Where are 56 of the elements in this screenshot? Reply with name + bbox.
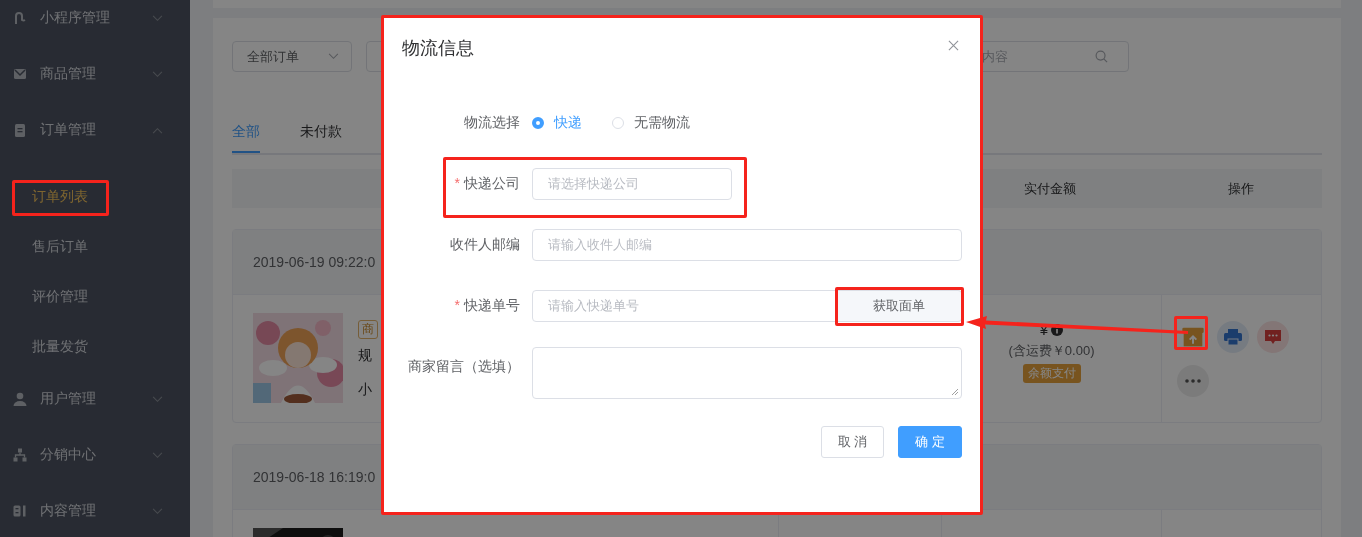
confirm-button[interactable]: 确 定 xyxy=(898,426,962,458)
payment-tag: 余额支付 xyxy=(1022,364,1081,383)
cancel-button[interactable]: 取 消 xyxy=(820,426,885,458)
sidebar-item[interactable]: 用户管理 xyxy=(0,371,190,427)
close-icon[interactable] xyxy=(948,39,959,51)
form-label: * 快递单号 xyxy=(453,297,521,315)
radio-option[interactable]: 无需物流 xyxy=(612,114,690,132)
order-time: 2019-06-19 09:22:0 xyxy=(253,254,376,270)
link-icon xyxy=(13,11,27,25)
chevron-icon xyxy=(152,14,163,22)
form-label: 商家留言（选填） xyxy=(407,357,521,376)
product-spec: 规 xyxy=(358,347,372,365)
sidebar-subitem[interactable]: 批量发货 xyxy=(0,321,190,371)
sidebar-subitem[interactable]: 订单列表 xyxy=(0,171,190,221)
radio-option[interactable]: 快递 xyxy=(532,114,582,132)
chevron-icon xyxy=(152,507,163,515)
order-type-dropdown[interactable]: 全部订单 xyxy=(232,41,352,72)
resize-handle-icon[interactable] xyxy=(951,388,959,396)
tab[interactable]: 未付款 xyxy=(300,118,342,153)
get-waybill-button[interactable]: 获取面单 xyxy=(836,290,962,322)
sidebar-item[interactable]: 小程序管理 xyxy=(0,0,190,46)
input-field[interactable]: 请输入收件人邮编 xyxy=(532,229,962,261)
sidebar-item[interactable]: 分销中心 xyxy=(0,427,190,483)
user-icon xyxy=(13,392,27,406)
printer-icon[interactable] xyxy=(1217,321,1249,353)
sidebar-subitem[interactable]: 售后订单 xyxy=(0,221,190,271)
sidebar-item[interactable]: 商品管理 xyxy=(0,46,190,102)
hierarchy-icon xyxy=(13,448,27,462)
caret-icon xyxy=(328,53,339,60)
textarea-field[interactable] xyxy=(532,347,962,399)
form-label: * 快递公司 xyxy=(453,175,521,193)
chevron-icon xyxy=(152,126,163,134)
search-icon xyxy=(1095,50,1108,63)
tag: 商 xyxy=(358,320,378,339)
shipping-fee: (含运费￥0.00) xyxy=(1008,342,1095,360)
chevron-icon xyxy=(152,451,163,459)
sidebar-item[interactable]: 内容管理 xyxy=(0,483,190,537)
form-label: 物流选择 xyxy=(463,114,521,132)
envelope-icon xyxy=(13,67,27,81)
column-header: 操作 xyxy=(1227,179,1255,198)
order-time: 2019-06-18 16:19:0 xyxy=(253,469,376,485)
select-field[interactable]: 请选择快递公司 xyxy=(532,168,732,200)
subtotal-label: 小 xyxy=(358,381,372,399)
sidebar-subitem[interactable]: 评价管理 xyxy=(0,271,190,321)
tab[interactable]: 全部 xyxy=(232,118,260,153)
sidebar-item[interactable]: 订单管理 xyxy=(0,102,190,158)
more-icon[interactable] xyxy=(1177,365,1209,397)
chevron-icon xyxy=(152,70,163,78)
dialog-title: 物流信息 xyxy=(402,37,474,60)
column-header: 实付金额 xyxy=(1023,179,1077,198)
chat-icon[interactable] xyxy=(1257,321,1289,353)
input-field[interactable]: 请输入快递单号 xyxy=(532,290,836,322)
chevron-icon xyxy=(152,395,163,403)
columns-icon xyxy=(13,504,27,518)
form-label: 收件人邮编 xyxy=(449,236,521,254)
clipboard-icon xyxy=(13,123,27,137)
